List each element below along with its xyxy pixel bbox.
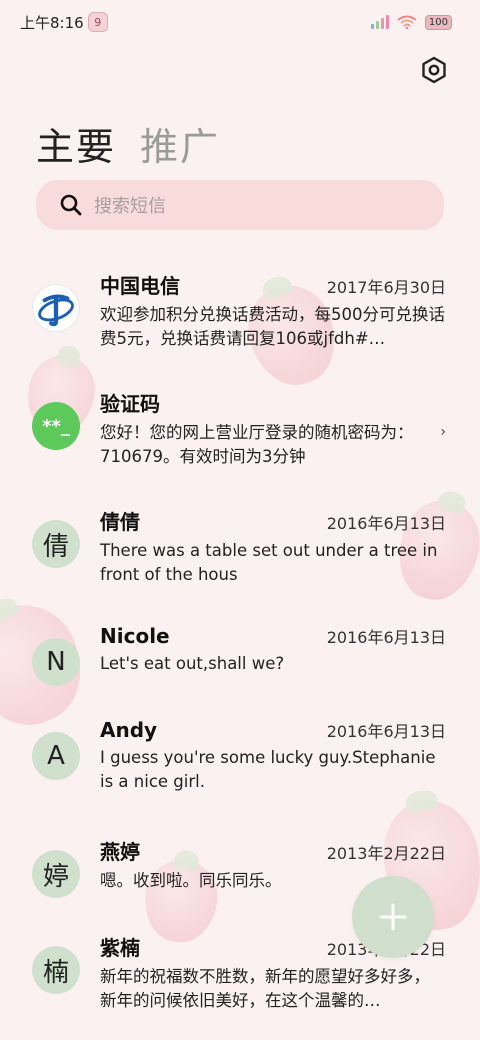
- message-date: 2016年6月13日: [326, 722, 446, 741]
- conversation-item[interactable]: **_ 验证码 您好！您的网上营业厅登录的随机密码为：710679。有效时间为3…: [0, 388, 480, 506]
- contact-name: 倩倩: [100, 510, 140, 534]
- message-preview: Let's eat out,shall we?: [100, 654, 285, 673]
- contact-name: 中国电信: [100, 274, 180, 298]
- status-bar: 上午8:16 9 100: [0, 0, 480, 44]
- conversation-item[interactable]: 中国电信 2017年6月30日 欢迎参加积分兑换话费活动，每500分可兑换话费5…: [0, 270, 480, 388]
- message-date: 2013年2月22日: [326, 844, 446, 863]
- settings-button[interactable]: [418, 54, 450, 86]
- china-telecom-logo-icon: [32, 284, 80, 332]
- contact-name: 燕婷: [100, 840, 140, 864]
- verification-code-icon: **_: [32, 402, 80, 450]
- message-preview: There was a table set out under a tree i…: [100, 541, 438, 584]
- conversation-item[interactable]: 倩 倩倩 2016年6月13日 There was a table set ou…: [0, 506, 480, 624]
- contact-avatar: N: [32, 638, 80, 686]
- message-preview: 新年的祝福数不胜数，新年的愿望好多好多，新年的问候依旧美好，在这个温馨的…: [100, 967, 430, 1010]
- contact-name: 紫楠: [100, 936, 140, 960]
- search-input[interactable]: 搜索短信: [36, 180, 444, 230]
- conversation-item[interactable]: N Nicole 2016年6月13日 Let's eat out,shall …: [0, 624, 480, 718]
- wifi-icon: [397, 15, 417, 29]
- tab-promotions[interactable]: 推广: [140, 116, 220, 171]
- message-preview: I guess you're some lucky guy.Stephanie …: [100, 748, 436, 791]
- contact-avatar: 楠: [32, 946, 80, 994]
- status-time: 上午8:16: [20, 13, 84, 32]
- message-date: 2016年6月13日: [326, 628, 446, 647]
- gear-icon: [422, 56, 446, 84]
- contact-name: Andy: [100, 718, 158, 742]
- new-message-button[interactable]: [352, 876, 434, 958]
- plus-icon: [379, 903, 407, 931]
- conversation-item[interactable]: A Andy 2016年6月13日 I guess you're some lu…: [0, 718, 480, 836]
- message-preview: 欢迎参加积分兑换话费活动，每500分可兑换话费5元，兑换话费请回复106或jfd…: [100, 305, 445, 348]
- contact-avatar: 婷: [32, 850, 80, 898]
- message-date: 2016年6月13日: [326, 514, 446, 533]
- battery-icon: 100: [424, 14, 452, 30]
- search-placeholder: 搜索短信: [94, 196, 166, 217]
- tab-primary[interactable]: 主要: [36, 116, 116, 171]
- contact-avatar: 倩: [32, 520, 80, 568]
- message-date: 2017年6月30日: [326, 278, 446, 297]
- chevron-right-icon: ›: [440, 424, 446, 440]
- contact-name: 验证码: [100, 392, 160, 416]
- message-preview: 您好！您的网上营业厅登录的随机密码为：710679。有效时间为3分钟: [100, 423, 414, 466]
- contact-name: Nicole: [100, 624, 170, 648]
- search-icon: [60, 194, 82, 216]
- notification-app-icon: 9: [87, 12, 108, 32]
- signal-icon: [370, 15, 389, 29]
- category-tabs: 主要 推广: [36, 116, 220, 171]
- contact-avatar: A: [32, 732, 80, 780]
